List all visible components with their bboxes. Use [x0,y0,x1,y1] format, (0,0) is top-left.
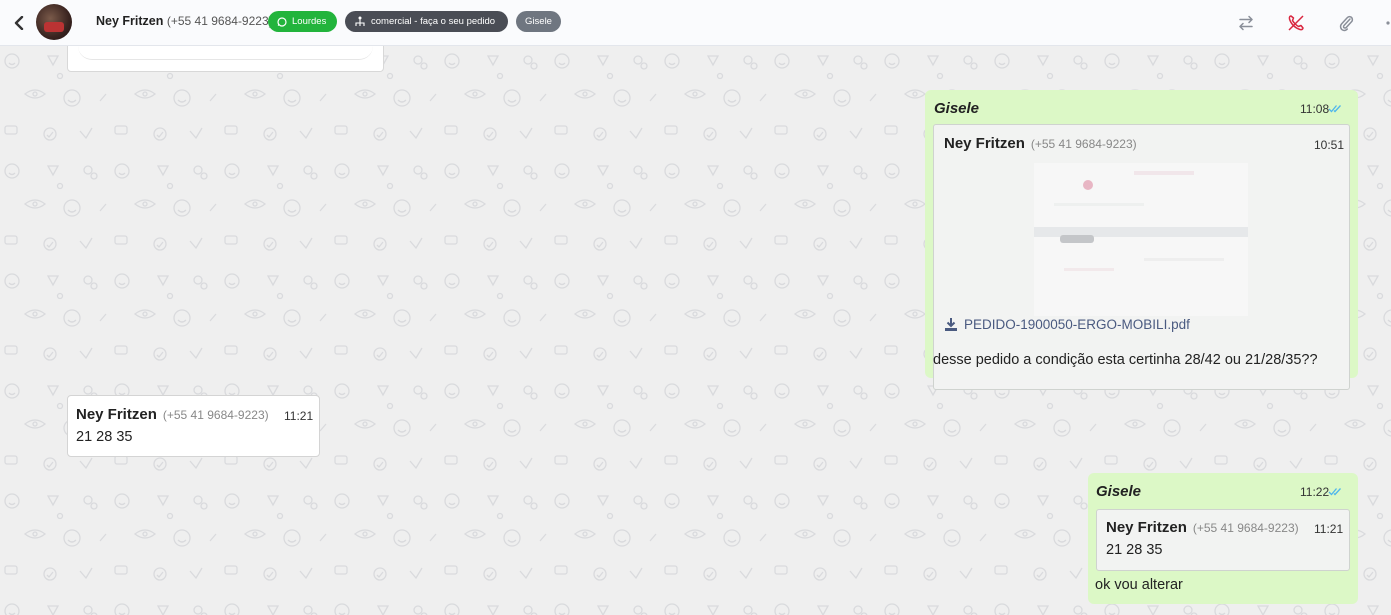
read-ticks-icon [1328,488,1341,496]
pdf-file-link[interactable]: PEDIDO-1900050-ERGO-MOBILI.pdf [944,317,1190,332]
incoming-sender-name: Ney Fritzen [76,406,157,423]
chat-header: Ney Fritzen (+55 41 9684-9223) Lourdes c… [0,0,1391,46]
message-time: 11:21 [284,409,314,423]
message-text: 21 28 35 [76,429,133,445]
message-sender: Gisele [934,100,980,117]
message-time: 11:22 [1300,485,1330,499]
agent-tag-label: Gisele [525,16,552,27]
message-text: ok vou alterar [1095,577,1183,593]
quoted-sender-name: Ney Fritzen [944,135,1025,152]
quoted-time: 11:21 [1314,522,1344,536]
avatar[interactable] [36,4,72,40]
quoted-message[interactable]: Ney Fritzen (+55 41 9684-9223) 10:51 PEDI… [933,124,1350,390]
attach-icon[interactable] [1335,12,1357,34]
quoted-sender-phone: (+55 41 9684-9223) [1030,137,1137,151]
queue-icon [355,16,365,26]
quoted-sender: Ney Fritzen (+55 41 9684-9223) [944,135,1137,152]
quoted-message[interactable]: Ney Fritzen (+55 41 9684-9223) 11:21 21 2… [1096,509,1350,571]
read-ticks-icon [1328,105,1341,113]
quoted-sender-name: Ney Fritzen [1106,519,1187,536]
download-icon [945,318,957,331]
outgoing-message[interactable]: Gisele 11:22 Ney Fritzen (+55 41 9684-922… [1088,473,1358,604]
contact-title[interactable]: Ney Fritzen (+55 41 9684-9223) [96,14,273,28]
pdf-thumbnail[interactable] [1034,163,1248,316]
outgoing-message[interactable]: Gisele 11:08 Ney Fritzen (+55 41 9684-922… [925,90,1358,390]
transfer-icon[interactable] [1235,12,1257,34]
more-icon[interactable] [1380,12,1391,34]
message-sender: Gisele [1096,483,1142,500]
queue-tag[interactable]: comercial - faça o seu pedido [345,11,508,32]
message-text: desse pedido a condição esta certinha 28… [933,352,1318,368]
quoted-text: 21 28 35 [1106,542,1163,558]
contact-phone: (+55 41 9684-9223) [166,14,273,28]
quoted-sender: Ney Fritzen (+55 41 9684-9223) [1106,519,1299,536]
pdf-file-name: PEDIDO-1900050-ERGO-MOBILI.pdf [964,317,1190,332]
contact-name: Ney Fritzen [96,14,164,28]
quoted-time: 10:51 [1314,138,1345,152]
previous-message-bubble [67,46,384,72]
quoted-sender-phone: (+55 41 9684-9223) [1192,521,1299,535]
connection-tag[interactable]: Lourdes [268,11,337,32]
incoming-sender-phone: (+55 41 9684-9223) [162,408,269,422]
connection-tag-label: Lourdes [292,16,327,27]
queue-tag-label: comercial - faça o seu pedido [371,16,496,27]
chat-area: Gisele 11:08 Ney Fritzen (+55 41 9684-922… [0,46,1391,615]
call-off-icon[interactable] [1285,12,1307,34]
incoming-message[interactable]: Ney Fritzen (+55 41 9684-9223) 11:21 21 2… [67,395,320,457]
message-time: 11:08 [1300,102,1330,116]
back-icon[interactable] [10,12,28,34]
agent-tag[interactable]: Gisele [516,11,561,32]
whatsapp-icon [277,16,287,27]
incoming-sender: Ney Fritzen (+55 41 9684-9223) [76,406,269,423]
